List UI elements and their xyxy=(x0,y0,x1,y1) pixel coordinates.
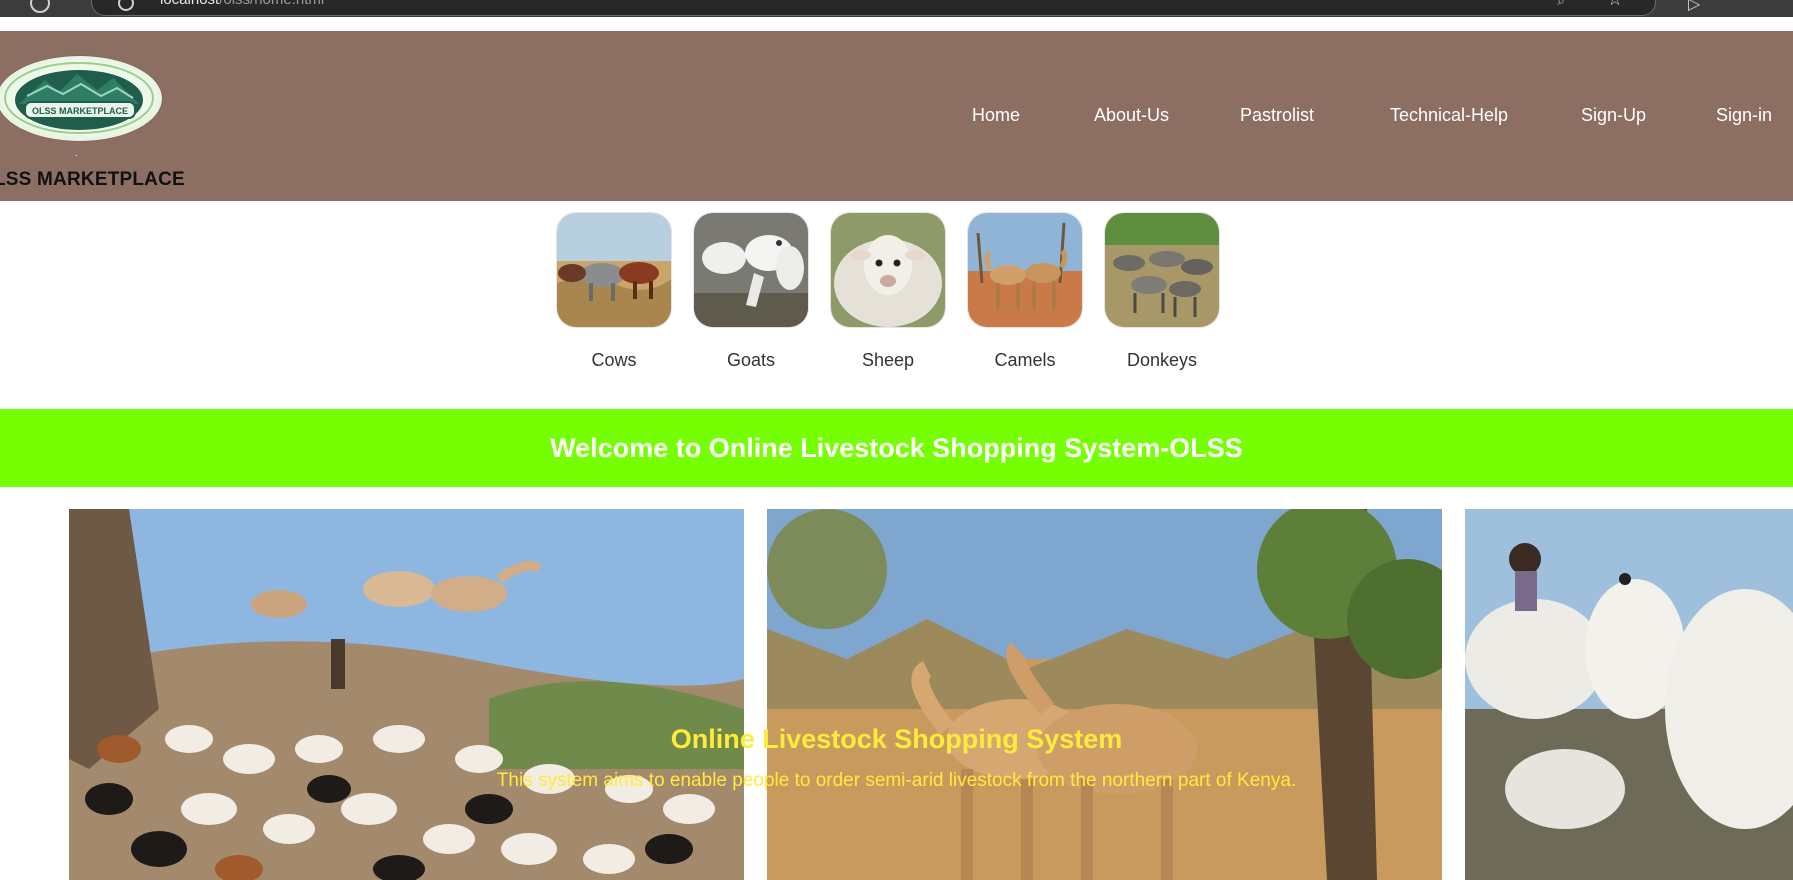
hero-title: Online Livestock Shopping System xyxy=(670,724,1123,754)
info-icon[interactable] xyxy=(30,0,50,13)
nav-sign-up[interactable]: Sign-Up xyxy=(1581,105,1646,126)
category-label[interactable]: Goats xyxy=(693,350,809,371)
nav-home[interactable]: Home xyxy=(972,105,1020,126)
site-info-icon[interactable] xyxy=(118,0,134,11)
sheep-image[interactable] xyxy=(830,212,946,328)
category-sheep[interactable]: Sheep xyxy=(830,212,946,371)
welcome-title: Welcome to Online Livestock Shopping Sys… xyxy=(550,432,1243,463)
site-header: OLSS MARKETPLACE . LSS MARKETPLACE Home … xyxy=(0,31,1793,201)
zoom-icon[interactable]: ⌕ xyxy=(1557,0,1565,9)
nav-sign-in[interactable]: Sign-in xyxy=(1716,105,1772,126)
toolbar-separator xyxy=(0,17,1793,31)
cows-image[interactable] xyxy=(556,212,672,328)
donkeys-image[interactable] xyxy=(1104,212,1220,328)
address-bar[interactable]: localhost/olss/home.html ⌕ ☆ xyxy=(91,0,1656,16)
hero-image-camels-bush xyxy=(767,509,1442,880)
category-camels[interactable]: Camels xyxy=(967,212,1083,371)
url-host: localhost xyxy=(160,0,219,8)
category-donkeys[interactable]: Donkeys xyxy=(1104,212,1220,371)
hero-subtitle: This system aims to enable people to ord… xyxy=(496,770,1297,791)
reading-mode-icon[interactable]: ▷ xyxy=(1688,0,1700,14)
logo-caption-dot: . xyxy=(75,148,78,159)
category-label[interactable]: Camels xyxy=(967,350,1083,371)
nav-technical-help[interactable]: Technical-Help xyxy=(1390,105,1508,126)
browser-toolbar: localhost/olss/home.html ⌕ ☆ ▷ xyxy=(0,0,1793,17)
category-cows[interactable]: Cows xyxy=(556,212,672,371)
category-label[interactable]: Donkeys xyxy=(1104,350,1220,371)
nav-about-us[interactable]: About-Us xyxy=(1094,105,1169,126)
url-text[interactable]: localhost/olss/home.html xyxy=(160,0,324,8)
main-nav: Home About-Us Pastrolist Technical-Help … xyxy=(0,105,1793,135)
nav-pastrolist[interactable]: Pastrolist xyxy=(1240,105,1314,126)
hero-image-camels-herd xyxy=(69,509,744,880)
category-label[interactable]: Sheep xyxy=(830,350,946,371)
category-label[interactable]: Cows xyxy=(556,350,672,371)
hero-image-goats xyxy=(1465,509,1793,880)
url-path: /olss/home.html xyxy=(219,0,324,8)
category-goats[interactable]: Goats xyxy=(693,212,809,371)
goats-image[interactable] xyxy=(693,212,809,328)
brand-name: LSS MARKETPLACE xyxy=(0,169,185,190)
welcome-banner: Welcome to Online Livestock Shopping Sys… xyxy=(0,409,1793,487)
camels-image[interactable] xyxy=(967,212,1083,328)
star-icon[interactable]: ☆ xyxy=(1607,0,1623,10)
